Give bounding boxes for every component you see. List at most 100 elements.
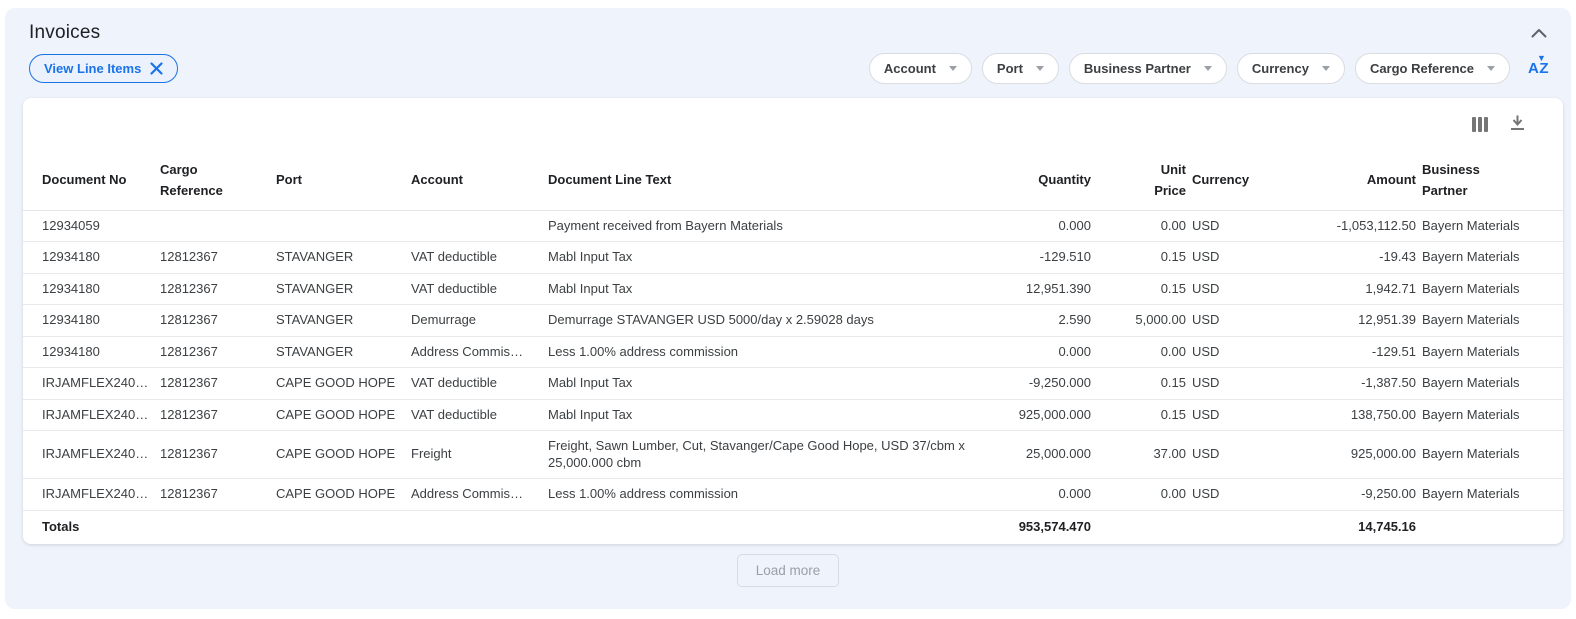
cell-account <box>411 210 548 242</box>
cell-document-line-text: Demurrage STAVANGER USD 5000/day x 2.590… <box>548 305 987 337</box>
col-header-business-partner[interactable]: Business Partner <box>1422 150 1563 210</box>
table-row[interactable]: IRJAMFLEX24000412812367CAPE GOOD HOPEFre… <box>23 431 1563 479</box>
cell-cargo-reference: 12812367 <box>160 305 276 337</box>
cell-business-partner: Bayern Materials <box>1422 210 1563 242</box>
cell-unit-price: 0.15 <box>1097 273 1192 305</box>
invoices-table-card: Document No Cargo Reference Port Account… <box>23 98 1563 544</box>
cell-quantity: 925,000.000 <box>987 399 1097 431</box>
cell-currency: USD <box>1192 210 1277 242</box>
sort-az-icon: A▼Z <box>1528 60 1549 77</box>
cell-quantity: 25,000.000 <box>987 431 1097 479</box>
cell-amount: 1,942.71 <box>1277 273 1422 305</box>
cell-unit-price: 0.00 <box>1097 210 1192 242</box>
cell-business-partner: Bayern Materials <box>1422 336 1563 368</box>
cell-document-no: 12934180 <box>23 242 160 274</box>
col-header-currency[interactable]: Currency <box>1192 150 1277 210</box>
cell-business-partner: Bayern Materials <box>1422 368 1563 400</box>
cell-document-line-text: Freight, Sawn Lumber, Cut, Stavanger/Cap… <box>548 431 987 479</box>
cell-port: STAVANGER <box>276 273 411 305</box>
sort-alpha-button[interactable]: A▼Z <box>1528 60 1549 77</box>
table-row[interactable]: 1293418012812367STAVANGERVAT deductibleM… <box>23 242 1563 274</box>
cell-unit-price: 5,000.00 <box>1097 305 1192 337</box>
filter-chip-cargo-reference[interactable]: Cargo Reference <box>1355 53 1510 84</box>
table-row[interactable]: 1293418012812367STAVANGERAddress Commis…… <box>23 336 1563 368</box>
cell-cargo-reference: 12812367 <box>160 368 276 400</box>
view-line-items-chip[interactable]: View Line Items <box>29 54 178 83</box>
columns-icon <box>1472 117 1488 132</box>
panel-header: Invoices <box>5 8 1571 50</box>
cell-cargo-reference: 12812367 <box>160 431 276 479</box>
table-row[interactable]: IRJAMFLEX24000412812367CAPE GOOD HOPEAdd… <box>23 479 1563 511</box>
cell-quantity: 0.000 <box>987 336 1097 368</box>
close-icon[interactable] <box>150 62 163 75</box>
col-header-port[interactable]: Port <box>276 150 411 210</box>
cell-port: CAPE GOOD HOPE <box>276 399 411 431</box>
filter-label: Currency <box>1252 61 1309 76</box>
collapse-button[interactable] <box>1529 24 1549 43</box>
table-row[interactable]: 12934059Payment received from Bayern Mat… <box>23 210 1563 242</box>
cell-cargo-reference <box>160 210 276 242</box>
cell-currency: USD <box>1192 399 1277 431</box>
chevron-down-icon <box>1204 66 1212 71</box>
load-more-button[interactable]: Load more <box>737 554 840 587</box>
cell-quantity: 2.590 <box>987 305 1097 337</box>
filter-chips: Account Port Business Partner Currency C… <box>869 53 1549 84</box>
cell-unit-price: 0.00 <box>1097 336 1192 368</box>
cell-unit-price: 0.15 <box>1097 242 1192 274</box>
cell-account: Address Commis… <box>411 479 548 511</box>
table-row[interactable]: 1293418012812367STAVANGERVAT deductibleM… <box>23 273 1563 305</box>
chevron-down-icon <box>1036 66 1044 71</box>
cell-currency: USD <box>1192 305 1277 337</box>
cell-amount: -1,053,112.50 <box>1277 210 1422 242</box>
col-header-document-line-text[interactable]: Document Line Text <box>548 150 987 210</box>
filter-chip-business-partner[interactable]: Business Partner <box>1069 53 1227 84</box>
col-header-unit-price[interactable]: Unit Price <box>1097 150 1192 210</box>
filter-chip-account[interactable]: Account <box>869 53 972 84</box>
cell-document-line-text: Mabl Input Tax <box>548 242 987 274</box>
page-title: Invoices <box>29 22 100 44</box>
table-row[interactable]: IRJAMFLEX24000412812367CAPE GOOD HOPEVAT… <box>23 399 1563 431</box>
filter-label: Account <box>884 61 936 76</box>
cell-document-no: IRJAMFLEX240004 <box>23 479 160 511</box>
cell-document-no: 12934180 <box>23 336 160 368</box>
cell-business-partner: Bayern Materials <box>1422 399 1563 431</box>
cell-amount: -9,250.00 <box>1277 479 1422 511</box>
cell-port: CAPE GOOD HOPE <box>276 431 411 479</box>
download-button[interactable] <box>1510 115 1525 134</box>
col-header-quantity[interactable]: Quantity <box>987 150 1097 210</box>
cell-unit-price: 37.00 <box>1097 431 1192 479</box>
cell-quantity: -129.510 <box>987 242 1097 274</box>
cell-port: STAVANGER <box>276 242 411 274</box>
cell-currency: USD <box>1192 336 1277 368</box>
columns-button[interactable] <box>1472 117 1488 132</box>
table-row[interactable]: 1293418012812367STAVANGERDemurrageDemurr… <box>23 305 1563 337</box>
cell-account: VAT deductible <box>411 368 548 400</box>
col-header-account[interactable]: Account <box>411 150 548 210</box>
filter-chip-currency[interactable]: Currency <box>1237 53 1345 84</box>
cell-document-no: IRJAMFLEX240004 <box>23 399 160 431</box>
cell-currency: USD <box>1192 273 1277 305</box>
cell-port: CAPE GOOD HOPE <box>276 479 411 511</box>
col-header-amount[interactable]: Amount <box>1277 150 1422 210</box>
cell-port: STAVANGER <box>276 336 411 368</box>
col-header-cargo-reference[interactable]: Cargo Reference <box>160 150 276 210</box>
filter-label: Cargo Reference <box>1370 61 1474 76</box>
cell-currency: USD <box>1192 368 1277 400</box>
filter-label: Business Partner <box>1084 61 1191 76</box>
table-footer: Load more <box>5 554 1571 587</box>
download-icon <box>1510 115 1525 134</box>
chevron-down-icon <box>1322 66 1330 71</box>
filter-label: Port <box>997 61 1023 76</box>
cell-port <box>276 210 411 242</box>
table-row[interactable]: IRJAMFLEX24000412812367CAPE GOOD HOPEVAT… <box>23 368 1563 400</box>
cell-document-no: 12934059 <box>23 210 160 242</box>
cell-quantity: 12,951.390 <box>987 273 1097 305</box>
col-header-document-no[interactable]: Document No <box>23 150 160 210</box>
cell-account: Demurrage <box>411 305 548 337</box>
cell-currency: USD <box>1192 431 1277 479</box>
cell-account: VAT deductible <box>411 399 548 431</box>
filter-chip-port[interactable]: Port <box>982 53 1059 84</box>
table-toolbar <box>23 98 1563 150</box>
cell-amount: -19.43 <box>1277 242 1422 274</box>
cell-cargo-reference: 12812367 <box>160 479 276 511</box>
